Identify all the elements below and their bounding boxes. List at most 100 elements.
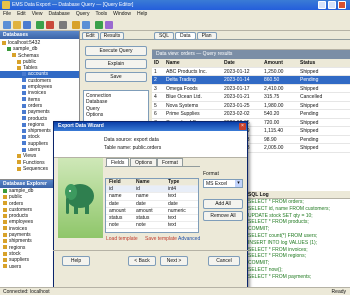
table-cell: 4 xyxy=(154,94,157,100)
table-cell: 3 xyxy=(154,85,157,92)
format-select-value: MS Excel xyxy=(206,181,228,187)
tab-data[interactable]: Data xyxy=(175,32,196,40)
list-item[interactable]: Options xyxy=(86,112,146,118)
object-icon xyxy=(3,207,7,212)
tab-edit[interactable]: Edit xyxy=(82,32,99,40)
field-cell: status xyxy=(136,214,150,221)
disconnect-icon[interactable] xyxy=(46,21,54,29)
table-icon xyxy=(22,147,26,152)
explain-button[interactable]: Explain xyxy=(85,59,147,69)
menu-window[interactable]: Window xyxy=(113,10,131,19)
minimize-button[interactable] xyxy=(318,1,326,9)
tree-item-label: products xyxy=(28,115,48,122)
refresh-icon[interactable] xyxy=(59,21,67,29)
format-select[interactable]: MS Excel ▾ xyxy=(203,179,243,188)
menu-query[interactable]: Query xyxy=(76,10,90,19)
table-icon xyxy=(22,116,26,121)
table-row[interactable]: 2 Delta Trading 2023-01-14 860.50 Pending xyxy=(152,76,350,85)
field-row[interactable]: date date date xyxy=(106,201,198,208)
field-row[interactable]: amount amount numeric xyxy=(106,208,198,215)
table-icon xyxy=(22,84,26,89)
open-icon[interactable] xyxy=(13,21,21,29)
table-row[interactable]: 6 Prime Supplies 2023-02-02 540.20 Pending xyxy=(152,110,350,119)
tree-item-label: users xyxy=(28,147,41,154)
list-item-label: shipments xyxy=(9,238,32,245)
save-template-link[interactable]: Save template xyxy=(145,236,177,242)
help-button[interactable]: Help xyxy=(62,256,90,266)
object-icon xyxy=(3,194,7,199)
list-item-label: suppliers xyxy=(9,257,30,264)
folder-icon xyxy=(17,65,21,70)
tab-options[interactable]: Options xyxy=(130,158,158,166)
table-row[interactable]: 4 Blue Ocean Ltd. 2023-01-21 315.75 Cancelle… xyxy=(152,93,350,102)
import-icon[interactable] xyxy=(82,21,90,29)
object-icon xyxy=(3,226,7,231)
field-row[interactable]: id id int4 xyxy=(106,186,198,194)
table-row[interactable]: 3 Omega Foods 2023-01-17 2,410.00 Shipped xyxy=(152,85,350,93)
table-icon xyxy=(22,72,26,77)
column-header[interactable]: Status xyxy=(298,59,338,67)
save-icon[interactable] xyxy=(23,21,31,29)
table-row[interactable]: 1 ABC Products Inc. 2023-01-12 1,250.00 Ship… xyxy=(152,68,350,76)
load-template-link[interactable]: Load template xyxy=(106,236,138,242)
folder-icon xyxy=(7,46,11,51)
sql-log-list: SELECT * FROM orders; SELECT id, name FRO… xyxy=(245,199,350,281)
advanced-link[interactable]: Advanced xyxy=(178,236,200,242)
log-line: SELECT count(*) FROM users; xyxy=(248,232,318,239)
run-icon[interactable] xyxy=(95,21,103,29)
object-icon xyxy=(3,257,7,262)
connect-icon[interactable] xyxy=(36,21,44,29)
tab-sql[interactable]: SQL xyxy=(154,32,175,40)
remove-all-button[interactable]: Remove All xyxy=(203,211,243,221)
log-line: INSERT INTO log VALUES (1); xyxy=(248,239,318,246)
field-row[interactable]: status status text xyxy=(106,214,198,223)
status-bar: Connected: localhost Ready xyxy=(0,287,350,295)
field-row[interactable]: name name text xyxy=(106,193,198,201)
grid-toolbar xyxy=(152,40,350,50)
tree-item-label: employees xyxy=(28,84,53,91)
table-cell: Shipped xyxy=(300,102,319,109)
tab-fields[interactable]: Fields xyxy=(106,158,130,166)
app-icon xyxy=(2,1,10,9)
export-icon[interactable] xyxy=(72,21,80,29)
cancel-button[interactable]: Cancel xyxy=(208,256,240,266)
next-button[interactable]: Next > xyxy=(160,256,188,266)
table-row[interactable]: 5 Nova Systems 2023-01-25 1,980.00 Shipped xyxy=(152,102,350,110)
field-cell: text xyxy=(168,214,177,221)
menu-edit[interactable]: Edit xyxy=(17,10,26,19)
menu-help[interactable]: Help xyxy=(137,10,147,19)
menu-tools[interactable]: Tools xyxy=(95,10,107,19)
back-button[interactable]: < Back xyxy=(128,256,156,266)
tab-plan[interactable]: Plan xyxy=(196,32,217,40)
execute-query-button[interactable]: Execute Query xyxy=(85,46,147,56)
column-header[interactable]: Date xyxy=(222,59,262,67)
menu-database[interactable]: Database xyxy=(48,10,69,19)
column-header[interactable]: Name xyxy=(164,59,222,67)
maximize-button[interactable] xyxy=(328,1,336,9)
close-button[interactable] xyxy=(338,1,346,9)
folder-icon xyxy=(17,154,21,159)
object-icon xyxy=(3,232,7,237)
tree-item-label: invoices xyxy=(28,90,47,97)
menu-view[interactable]: View xyxy=(32,10,43,19)
tree-item-label: suppliers xyxy=(28,140,49,147)
options-icon[interactable] xyxy=(105,21,113,29)
save-query-button[interactable]: Save xyxy=(85,72,147,82)
menu-file[interactable]: File xyxy=(3,10,11,19)
field-cell: text xyxy=(168,193,177,200)
table-cell: Shipped xyxy=(300,145,319,151)
tab-format[interactable]: Format xyxy=(157,158,183,166)
tab-results[interactable]: Results xyxy=(99,32,125,40)
field-row[interactable]: note note text xyxy=(106,222,198,230)
field-cell: amount xyxy=(109,207,126,214)
column-header[interactable]: Amount xyxy=(262,59,298,67)
grid-header-row: ID Name Date Amount Status xyxy=(152,59,350,68)
field-cell: date xyxy=(109,200,119,207)
tree-item-label: orders xyxy=(28,102,43,109)
column-header[interactable]: ID xyxy=(152,59,164,67)
dialog-close-button[interactable]: × xyxy=(239,123,246,130)
new-icon[interactable] xyxy=(3,21,11,29)
table-cell: 2023-01-21 xyxy=(224,94,250,100)
table-icon xyxy=(22,109,26,114)
add-all-button[interactable]: Add All xyxy=(203,199,243,209)
